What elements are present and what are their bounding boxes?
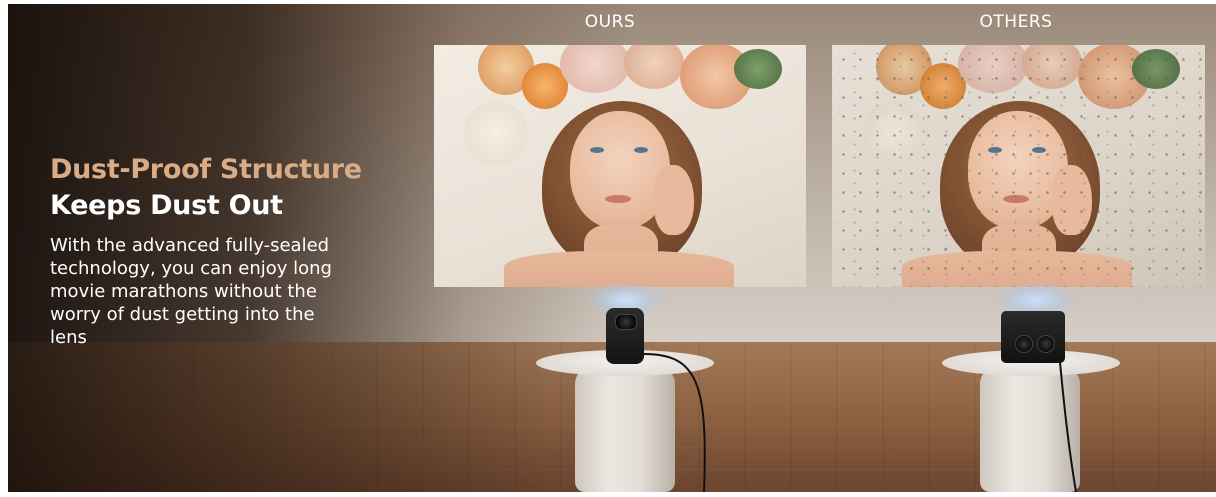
others-power-cable <box>1059 361 1077 492</box>
ours-power-cable <box>643 353 706 492</box>
power-cables <box>643 353 1077 492</box>
comparison-banner: Dust-Proof Structure Keeps Dust Out With… <box>8 4 1216 492</box>
